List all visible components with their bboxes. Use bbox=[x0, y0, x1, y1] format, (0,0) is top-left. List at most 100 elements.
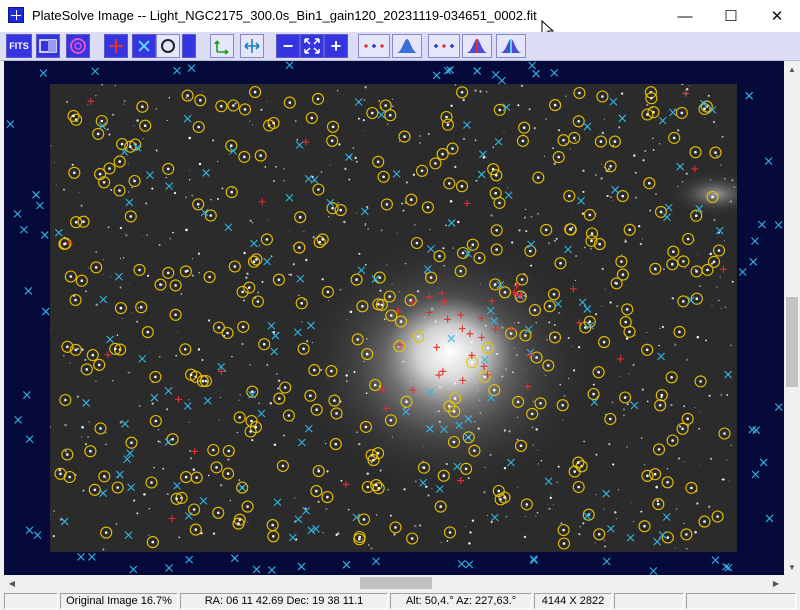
catalog-star-marker bbox=[774, 403, 783, 411]
histogram-button[interactable] bbox=[392, 34, 422, 58]
split-view-icon bbox=[39, 39, 57, 53]
frame-catalog-markers bbox=[6, 61, 783, 575]
blue-histogram-icon bbox=[500, 39, 522, 53]
catalog-star-marker bbox=[432, 71, 441, 80]
catalog-star-marker bbox=[550, 68, 559, 77]
catalog-star-marker bbox=[33, 531, 42, 539]
catalog-star-marker bbox=[185, 555, 194, 564]
show-catalog-stars-button[interactable] bbox=[132, 34, 156, 58]
maximize-button[interactable]: ☐ bbox=[708, 0, 754, 32]
scroll-down-arrow-icon[interactable]: ▼ bbox=[784, 559, 800, 575]
status-panel-empty bbox=[4, 593, 58, 609]
catalog-star-marker bbox=[173, 66, 181, 75]
status-coordinates: RA: 06 11 42.69 Dec: 19 38 11.1 bbox=[180, 593, 388, 609]
catalog-star-marker bbox=[748, 425, 757, 434]
catalog-star-marker bbox=[758, 220, 766, 229]
show-detected-stars-button[interactable] bbox=[104, 34, 128, 58]
target-button[interactable] bbox=[66, 34, 90, 58]
catalog-star-marker bbox=[129, 565, 138, 574]
scroll-up-arrow-icon[interactable]: ▲ bbox=[784, 61, 800, 77]
window-title: PlateSolve Image -- Light_NGC2175_300.0s… bbox=[32, 8, 537, 23]
catalog-star-marker bbox=[372, 557, 380, 566]
toggle-blank-button[interactable] bbox=[182, 34, 196, 58]
catalog-star-marker bbox=[764, 157, 773, 166]
catalog-star-marker bbox=[738, 268, 747, 276]
minimize-button[interactable]: — bbox=[662, 0, 708, 32]
catalog-star-marker bbox=[25, 526, 34, 535]
catalog-star-marker bbox=[77, 552, 85, 561]
catalog-star-marker bbox=[32, 190, 41, 199]
vertical-scrollbar[interactable]: ▲ ▼ bbox=[784, 61, 800, 575]
histogram-peak-icon bbox=[396, 39, 418, 53]
title-bar: PlateSolve Image -- Light_NGC2175_300.0s… bbox=[0, 0, 800, 40]
catalog-star-marker bbox=[749, 257, 758, 266]
status-bar: Original Image 16.7% RA: 06 11 42.69 Dec… bbox=[0, 592, 800, 610]
zoom-out-label: − bbox=[282, 35, 294, 56]
catalog-star-marker bbox=[41, 307, 50, 316]
catalog-star-marker bbox=[602, 557, 611, 566]
zoom-out-button[interactable]: − bbox=[276, 34, 300, 58]
catalog-star-marker bbox=[745, 91, 754, 100]
catalog-star-marker bbox=[649, 567, 658, 575]
catalog-star-marker bbox=[774, 221, 783, 229]
catalog-star-marker bbox=[473, 67, 482, 75]
scroll-right-arrow-icon[interactable]: ▶ bbox=[768, 575, 784, 591]
close-button[interactable]: ✕ bbox=[754, 0, 800, 32]
red-histogram-button[interactable] bbox=[462, 34, 492, 58]
fits-label: FITS bbox=[9, 41, 29, 51]
horizontal-scroll-thumb[interactable] bbox=[360, 577, 432, 589]
catalog-star-marker bbox=[711, 556, 720, 565]
image-viewport[interactable] bbox=[4, 61, 784, 575]
catalog-star-marker bbox=[759, 458, 768, 467]
flip-horizontal-icon bbox=[244, 39, 260, 53]
catalog-star-marker bbox=[87, 552, 96, 561]
status-panel-6 bbox=[614, 593, 684, 609]
scroll-left-arrow-icon[interactable]: ◀ bbox=[4, 575, 20, 591]
catalog-star-marker bbox=[297, 562, 306, 571]
catalog-star-marker bbox=[36, 201, 44, 210]
catalog-star-marker bbox=[528, 61, 537, 70]
catalog-star-marker bbox=[6, 120, 15, 129]
catalog-star-marker bbox=[39, 69, 48, 77]
catalog-star-marker bbox=[751, 237, 759, 246]
zoom-in-label: + bbox=[330, 35, 342, 56]
catalog-star-marker bbox=[22, 391, 31, 399]
star-markers-icon-2 bbox=[434, 44, 454, 48]
fits-header-button[interactable]: FITS bbox=[6, 34, 32, 58]
blue-histogram-button[interactable] bbox=[496, 34, 526, 58]
red-histogram-icon bbox=[466, 39, 488, 53]
red-cross-icon bbox=[109, 39, 123, 53]
star-stretch-button[interactable] bbox=[428, 34, 460, 58]
catalog-star-marker bbox=[13, 210, 22, 218]
catalog-star-marker bbox=[25, 435, 34, 444]
status-panel-7 bbox=[686, 593, 796, 609]
catalog-star-marker bbox=[252, 565, 261, 574]
show-matched-stars-button[interactable] bbox=[156, 34, 180, 58]
axes-button[interactable] bbox=[210, 34, 234, 58]
fit-window-icon bbox=[304, 38, 320, 54]
status-zoom: Original Image 16.7% bbox=[60, 593, 178, 609]
circle-icon bbox=[161, 39, 175, 53]
catalog-star-marker bbox=[532, 69, 540, 78]
catalog-star-marker bbox=[751, 470, 760, 479]
catalog-star-marker bbox=[267, 566, 276, 574]
flip-horizontal-button[interactable] bbox=[240, 34, 264, 58]
vertical-scroll-thumb[interactable] bbox=[786, 297, 798, 387]
axes-arrows-icon bbox=[214, 40, 229, 55]
target-circle-icon bbox=[70, 38, 86, 54]
catalog-star-marker bbox=[40, 231, 49, 239]
status-image-size: 4144 X 2822 bbox=[534, 593, 612, 609]
catalog-star-marker bbox=[230, 554, 239, 563]
catalog-star-marker bbox=[465, 560, 474, 569]
cyan-x-icon bbox=[138, 40, 150, 52]
star-detect-button[interactable] bbox=[358, 34, 390, 58]
fit-window-button[interactable] bbox=[300, 34, 324, 58]
split-view-button[interactable] bbox=[36, 34, 60, 58]
catalog-star-marker bbox=[285, 61, 294, 70]
catalog-star-marker bbox=[91, 67, 100, 76]
app-icon bbox=[8, 7, 24, 23]
horizontal-scrollbar[interactable]: ◀ ▶ bbox=[4, 575, 784, 591]
catalog-star-marker bbox=[457, 559, 466, 568]
zoom-in-button[interactable]: + bbox=[324, 34, 348, 58]
status-altaz: Alt: 50,4.° Az: 227,63.° bbox=[390, 593, 532, 609]
